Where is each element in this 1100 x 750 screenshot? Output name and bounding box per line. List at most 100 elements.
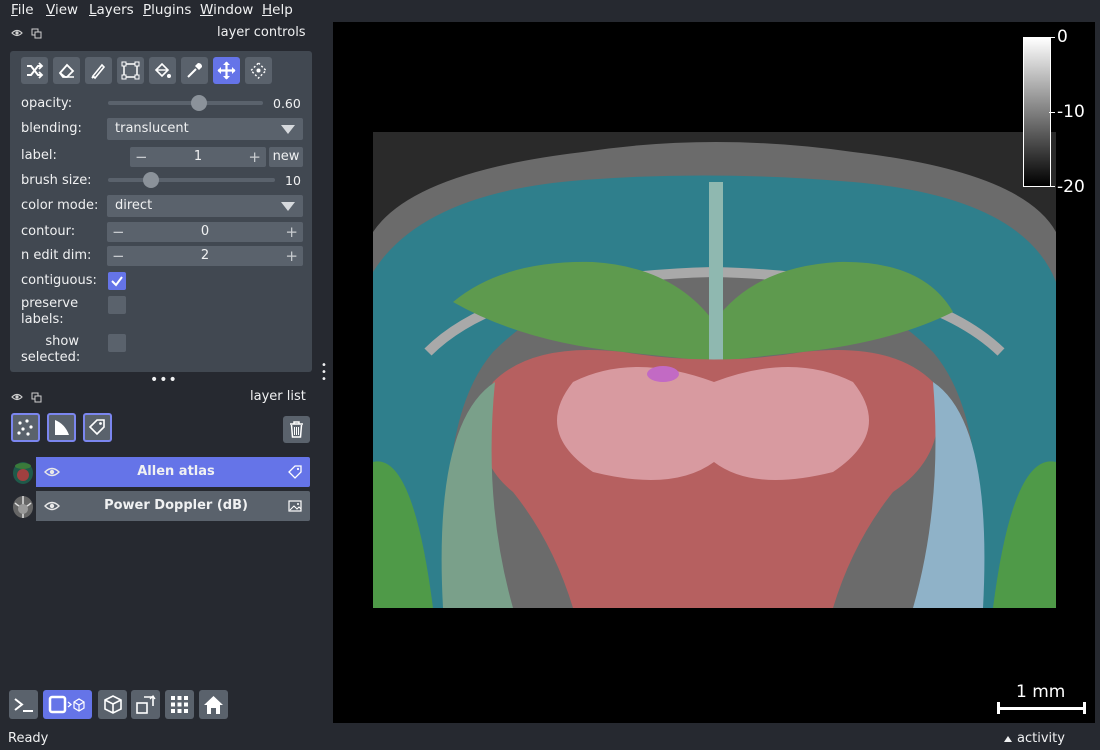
dock-float-icon[interactable]: [31, 28, 42, 39]
grid-view-button[interactable]: [165, 690, 194, 719]
n-edit-dim-spinbox[interactable]: − 2 +: [107, 246, 303, 266]
splitter-handle-icon[interactable]: •••: [150, 372, 178, 388]
brain-image: [373, 132, 1056, 608]
brush-size-value: 10: [285, 173, 301, 188]
shapes-icon: [55, 420, 69, 435]
new-points-layer-button[interactable]: [11, 413, 40, 442]
menu-view-mnemonic: V: [46, 2, 55, 18]
image-icon: [288, 500, 302, 512]
show-selected-line2: selected:: [21, 350, 81, 365]
dock-close-icon[interactable]: [11, 392, 23, 402]
contiguous-checkbox[interactable]: [108, 272, 126, 290]
menu-view-label: iew: [54, 2, 79, 18]
dock-close-icon[interactable]: [11, 28, 23, 38]
contour-spinbox[interactable]: − 0 +: [107, 222, 303, 242]
scale-bar-end: [1083, 702, 1086, 714]
status-text: Ready: [8, 731, 49, 746]
console-button[interactable]: [9, 690, 38, 719]
show-selected-line1: show: [45, 334, 79, 349]
chevron-down-icon: [281, 202, 295, 211]
visibility-eye-icon[interactable]: [38, 491, 66, 521]
label-spinbox[interactable]: − 1 +: [130, 147, 266, 167]
menu-plugins[interactable]: Plugins: [143, 2, 191, 18]
shuffle-colors-button[interactable]: [21, 57, 48, 84]
opacity-value: 0.60: [273, 96, 301, 111]
brush-size-label: brush size:: [21, 173, 92, 188]
menu-window[interactable]: Window: [200, 2, 253, 18]
delete-layer-button[interactable]: [283, 416, 310, 443]
layer-name[interactable]: Power Doppler (dB): [66, 498, 286, 513]
label-tag-icon: [288, 465, 302, 479]
preserve-labels-line2: labels:: [21, 312, 64, 327]
preserve-labels-checkbox[interactable]: [108, 296, 126, 314]
plus-icon[interactable]: +: [285, 247, 298, 265]
fill-button[interactable]: [149, 57, 176, 84]
opacity-slider[interactable]: [108, 101, 263, 105]
cube-icon: [104, 695, 122, 714]
plus-icon[interactable]: +: [248, 148, 261, 166]
home-icon: [204, 696, 223, 714]
menu-plugins-label: lugins: [151, 2, 192, 18]
home-button[interactable]: [199, 690, 228, 719]
activity-button[interactable]: activity: [1017, 731, 1065, 746]
color-mode-dropdown[interactable]: direct: [107, 195, 303, 217]
checkmark-icon: [111, 276, 123, 287]
roll-dimensions-button[interactable]: [98, 690, 127, 719]
new-labels-layer-button[interactable]: [83, 413, 112, 442]
show-selected-checkbox[interactable]: [108, 334, 126, 352]
colorbar-label-top: 0: [1057, 27, 1068, 47]
polygon-button[interactable]: [117, 57, 144, 84]
fill-bucket-icon: [154, 62, 171, 78]
transform-button[interactable]: [245, 57, 272, 84]
preserve-labels-line1: preserve: [21, 296, 79, 311]
label-tag-icon: [88, 419, 105, 436]
menu-help[interactable]: Help: [262, 2, 293, 18]
viewer-canvas[interactable]: 0 -10 -20 1 mm: [333, 22, 1095, 723]
activity-arrow-icon[interactable]: [1004, 736, 1012, 742]
new-label-button[interactable]: new: [269, 147, 303, 167]
points-icon: [17, 419, 33, 436]
pan-zoom-button[interactable]: [213, 57, 240, 84]
show-selected-label: show selected:: [21, 334, 81, 366]
menu-help-mnemonic: H: [262, 2, 273, 18]
pick-color-button[interactable]: [181, 57, 208, 84]
layer-name[interactable]: Allen atlas: [66, 464, 286, 479]
blending-dropdown[interactable]: translucent: [107, 118, 303, 140]
layer-row-power-doppler[interactable]: Power Doppler (dB): [10, 491, 310, 521]
eraser-icon: [58, 63, 75, 78]
brush-size-slider[interactable]: [108, 178, 275, 182]
dock-float-icon[interactable]: [31, 392, 42, 403]
paint-button[interactable]: [85, 57, 112, 84]
contiguous-label: contiguous:: [21, 273, 97, 288]
transpose-button[interactable]: [131, 690, 160, 719]
colorbar-tick: [1049, 37, 1055, 38]
color-mode-value: direct: [115, 198, 153, 213]
brush-size-slider-handle[interactable]: [143, 172, 159, 188]
plus-icon[interactable]: +: [285, 223, 298, 241]
menu-bar: File View Layers Plugins Window Help: [0, 0, 1100, 22]
menu-file-label: ile: [17, 2, 34, 18]
menu-view[interactable]: View: [46, 2, 78, 18]
paint-brush-icon: [91, 63, 106, 80]
opacity-slider-handle[interactable]: [191, 95, 207, 111]
erase-button[interactable]: [53, 57, 80, 84]
menu-file[interactable]: File: [11, 2, 34, 18]
colorbar-label-mid: -10: [1057, 102, 1085, 122]
color-picker-icon: [187, 63, 202, 78]
label-value: 1: [193, 149, 203, 164]
layer-thumbnail: [10, 457, 36, 487]
grid-icon: [171, 696, 188, 713]
layer-controls-title: layer controls: [217, 25, 306, 40]
blending-label: blending:: [21, 121, 82, 136]
scale-bar: [997, 707, 1086, 710]
toggle-2d-3d-button[interactable]: [43, 690, 92, 719]
new-shapes-layer-button[interactable]: [47, 413, 76, 442]
menu-layers[interactable]: Layers: [89, 2, 134, 18]
vertical-splitter-icon[interactable]: • • •: [321, 361, 327, 385]
n-edit-dim-label: n edit dim:: [21, 248, 92, 263]
transform-icon: [250, 62, 267, 79]
menu-file-mnemonic: F: [11, 2, 18, 18]
layer-row-allen-atlas[interactable]: Allen atlas: [10, 457, 310, 487]
square-2d-icon: [48, 695, 85, 714]
visibility-eye-icon[interactable]: [38, 457, 66, 487]
